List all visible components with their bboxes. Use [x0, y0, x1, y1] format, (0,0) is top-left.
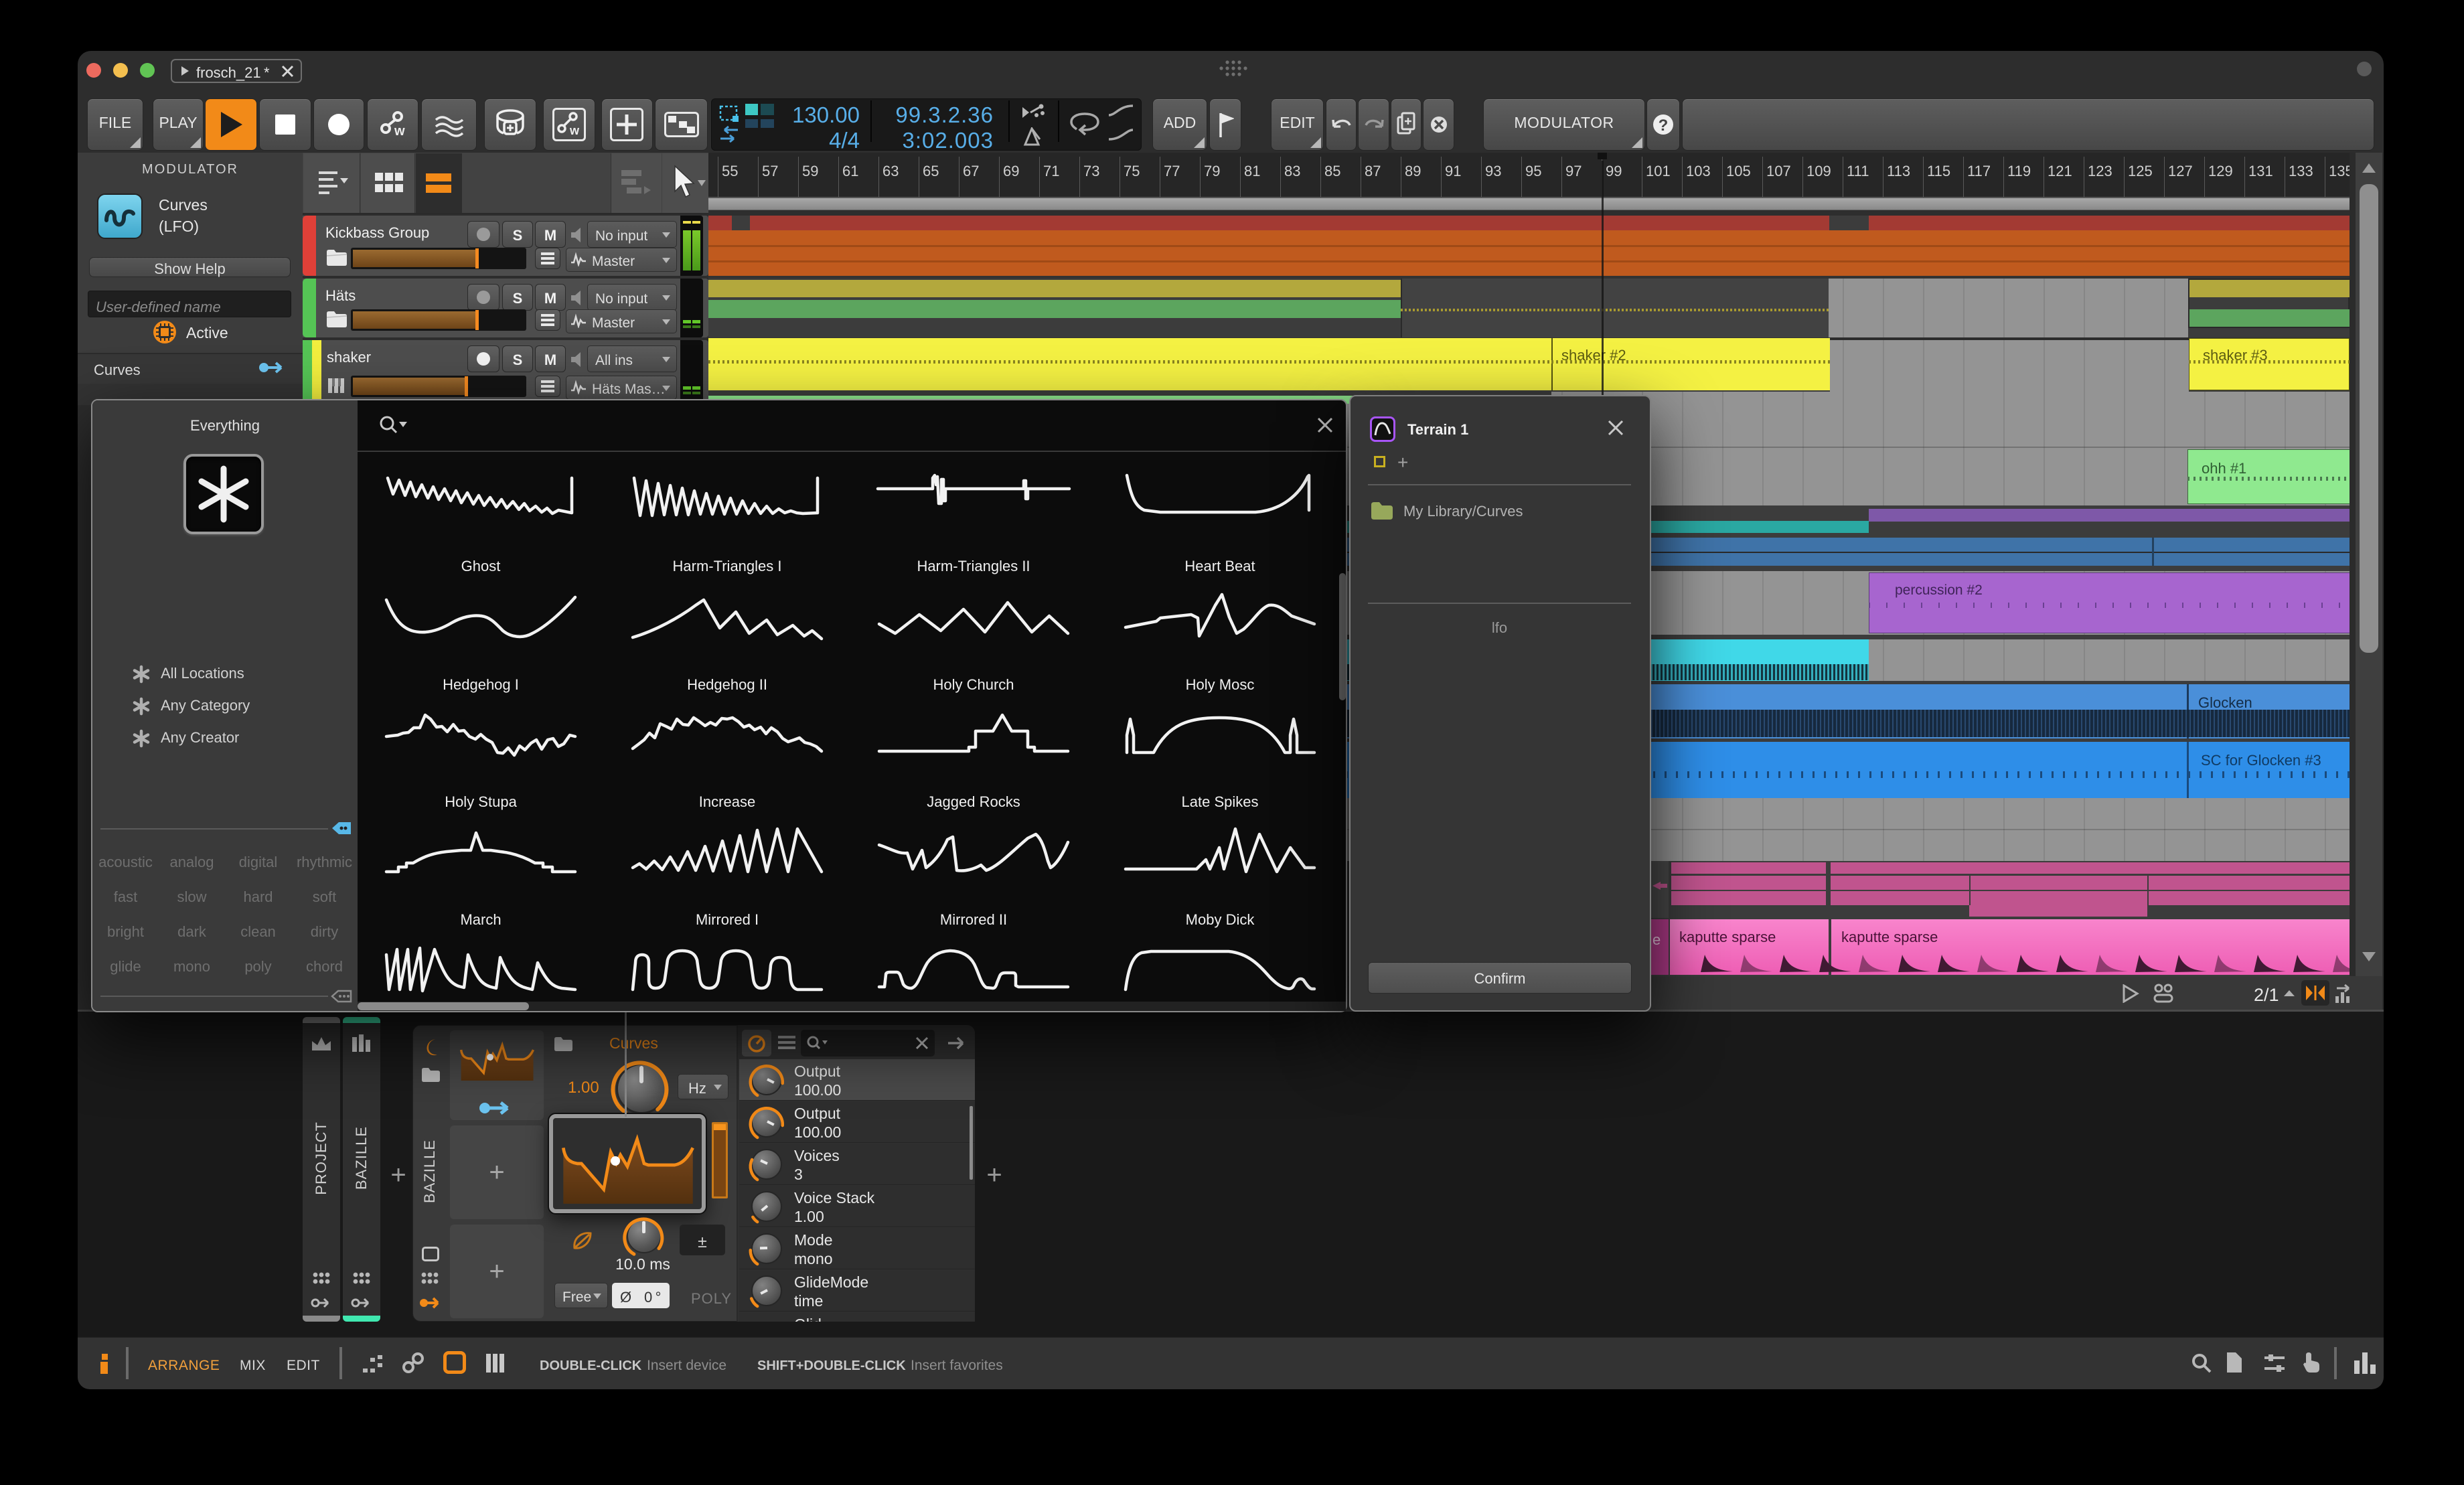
svg-text:w: w — [569, 124, 580, 137]
svg-text:w: w — [394, 124, 405, 138]
